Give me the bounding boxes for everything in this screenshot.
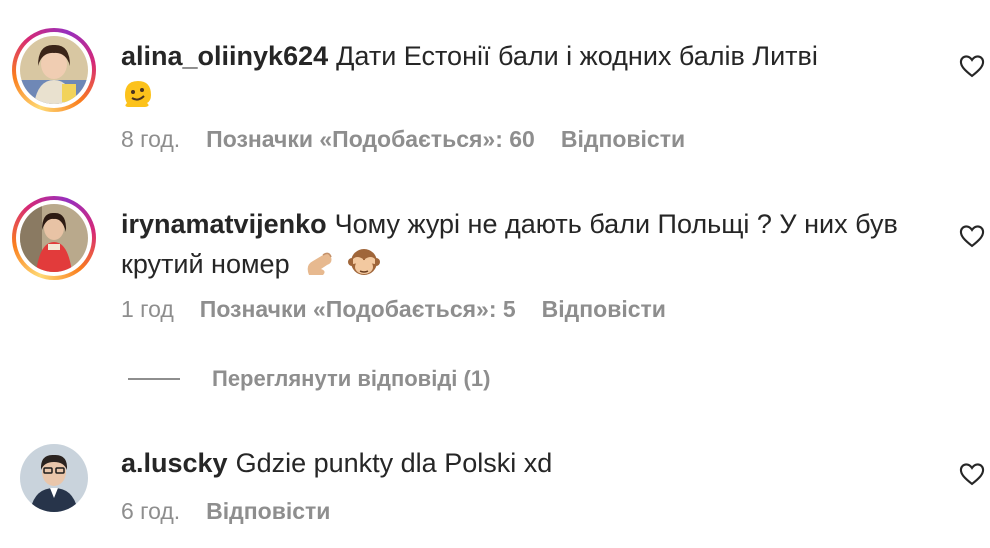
comment-meta: 6 год. Відповісти (121, 498, 330, 525)
comment-username[interactable]: a.luscky (121, 448, 228, 478)
avatar-photo (20, 36, 88, 104)
avatar[interactable] (12, 28, 96, 112)
reply-button[interactable]: Відповісти (542, 296, 666, 323)
likes-count-link[interactable]: Позначки «Подобається»: 5 (200, 296, 516, 323)
comment-time[interactable]: 1 год (121, 296, 174, 323)
comment-text: irynamatvijenko Чому журі не дають бали П… (121, 204, 931, 290)
pinching-hand-emoji-icon (303, 245, 337, 290)
comment-time[interactable]: 6 год. (121, 498, 180, 525)
comment-body: Дати Естонії бали і жодних балів Литві (336, 41, 818, 71)
comment-body: Gdzie punkty dla Polski xd (235, 448, 553, 478)
avatar[interactable] (12, 196, 96, 280)
likes-count-link[interactable]: Позначки «Подобається»: 60 (206, 126, 535, 153)
reply-button[interactable]: Відповісти (561, 126, 685, 153)
comment-username[interactable]: irynamatvijenko (121, 209, 327, 239)
heart-outline-icon[interactable] (958, 460, 988, 490)
avatar-photo (20, 204, 88, 272)
heart-outline-icon[interactable] (958, 222, 988, 252)
view-replies-label: Переглянути відповіді (1) (212, 366, 491, 391)
heart-outline-icon[interactable] (958, 52, 988, 82)
comment-meta: 1 год Позначки «Подобається»: 5 Відповіс… (121, 296, 666, 323)
avatar-photo (20, 444, 88, 512)
melting-face-emoji-icon (121, 77, 155, 122)
see-no-evil-monkey-emoji-icon (347, 245, 381, 290)
comment-text: alina_oliinyk624 Дати Естонії бали і жодн… (121, 36, 931, 122)
reply-button[interactable]: Відповісти (206, 498, 330, 525)
comment-username[interactable]: alina_oliinyk624 (121, 41, 328, 71)
replies-divider-line (128, 378, 180, 380)
view-replies-button[interactable]: Переглянути відповіді (1) (128, 366, 490, 392)
comment-text: a.luscky Gdzie punkty dla Polski xd (121, 443, 931, 483)
avatar[interactable] (20, 444, 88, 512)
comment-time[interactable]: 8 год. (121, 126, 180, 153)
comment-meta: 8 год. Позначки «Подобається»: 60 Відпов… (121, 126, 685, 153)
